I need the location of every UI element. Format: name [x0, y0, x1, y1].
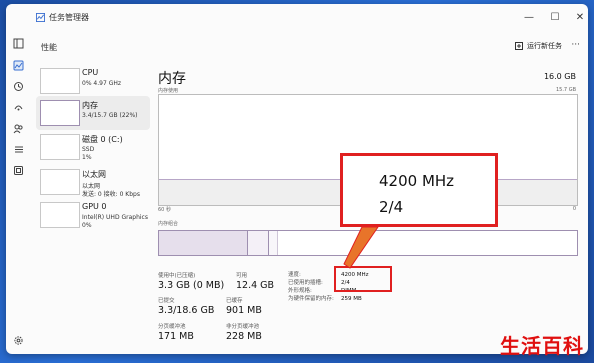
stat-value: 171 MB [158, 331, 194, 342]
perf-item-disk[interactable]: 磁盘 0 (C:) SSD 1% [36, 130, 150, 164]
run-new-task-label: 运行新任务 [527, 42, 562, 50]
users-icon[interactable] [13, 123, 24, 134]
watermark-text: 生活百科 [500, 334, 584, 358]
stat-committed: 已提交 3.3/18.6 GB [158, 296, 214, 316]
close-button[interactable]: ✕ [569, 8, 588, 26]
perf-item-name: GPU 0 [82, 202, 107, 211]
stat-label: 可用 [236, 273, 248, 279]
speed-key: 速度: [288, 272, 301, 278]
run-task-icon [515, 42, 523, 50]
performance-icon[interactable] [13, 60, 24, 71]
stat-value: 901 MB [226, 305, 262, 316]
perf-item-name: CPU [82, 68, 99, 77]
window-title: 任务管理器 [49, 13, 89, 22]
stat-in-use: 使用中(已压缩) 3.3 GB (0 MB) [158, 271, 224, 291]
minimize-icon: — [524, 11, 534, 23]
task-manager-icon [36, 13, 45, 22]
reserved-value: 259 MB [341, 296, 362, 302]
stat-label: 分页缓冲池 [158, 324, 186, 330]
disk-mini-graph [40, 134, 80, 160]
speed-slots-callout: 4200 MHz 2/4 [340, 153, 498, 227]
composition-in-use [159, 231, 248, 255]
header-row: 性能 运行新任务 ··· [30, 30, 588, 60]
stat-nonpaged-pool: 非分页缓冲池 228 MB [226, 322, 262, 342]
perf-item-cpu[interactable]: CPU 0% 4.97 GHz [36, 64, 150, 98]
stat-label: 已缓存 [226, 298, 243, 304]
maximize-icon: ☐ [550, 11, 560, 23]
perf-item-name: 内存 [82, 101, 98, 110]
details-icon[interactable] [13, 144, 24, 155]
reserved-key: 为硬件保留的内存: [288, 296, 334, 302]
perf-item-sub: 0% 4.97 GHz [82, 80, 122, 87]
callout-speed: 4200 MHz [379, 172, 455, 190]
perf-item-sub2: 1% [82, 154, 92, 161]
perf-item-memory[interactable]: 内存 3.4/15.7 GB (22%) [36, 96, 150, 130]
stat-label: 已提交 [158, 298, 175, 304]
memory-total: 16.0 GB [543, 72, 576, 81]
callout-slots: 2/4 [379, 198, 404, 216]
composition-standby [269, 231, 278, 255]
graph-time-right: 0 [572, 206, 576, 212]
page-heading: 性能 [41, 43, 57, 52]
perf-item-sub2: 0% [82, 222, 92, 229]
slots-key: 已使用的插槽: [288, 280, 323, 286]
stat-value: 228 MB [226, 331, 262, 342]
stat-value: 12.4 GB [236, 280, 275, 291]
stat-label: 使用中(已压缩) [158, 273, 196, 279]
memory-title: 内存 [158, 71, 186, 87]
navigation-rail [6, 30, 30, 354]
performance-list: CPU 0% 4.97 GHz 内存 3.4/15.7 GB (22%) 磁盘 … [30, 60, 150, 354]
stat-cached: 已缓存 901 MB [226, 296, 262, 316]
stat-paged-pool: 分页缓冲池 171 MB [158, 322, 194, 342]
perf-item-sub: 3.4/15.7 GB (22%) [82, 112, 138, 119]
title-bar: 任务管理器 — ☐ ✕ [6, 4, 588, 30]
minimize-button[interactable]: — [518, 8, 540, 26]
gpu-mini-graph [40, 202, 80, 228]
maximize-button[interactable]: ☐ [544, 8, 566, 26]
form-factor-key: 外形规格: [288, 288, 312, 294]
settings-icon[interactable] [13, 335, 24, 346]
services-icon[interactable] [13, 165, 24, 176]
run-new-task-button[interactable]: 运行新任务 [515, 41, 562, 51]
perf-item-sub: Intel(R) UHD Graphics [82, 214, 148, 221]
memory-composition-bar [158, 230, 578, 256]
memory-detail-keys: 速度: 已使用的插槽: 外形规格: 为硬件保留的内存: [288, 271, 334, 303]
ethernet-mini-graph [40, 169, 80, 195]
more-options-button[interactable]: ··· [571, 40, 580, 50]
perf-item-sub2: 发送: 0 接收: 0 Kbps [82, 191, 140, 198]
graph-time-left: 60 秒 [158, 207, 171, 213]
memory-mini-graph [40, 100, 80, 126]
stat-value: 3.3/18.6 GB [158, 305, 215, 316]
history-icon[interactable] [13, 81, 24, 92]
task-manager-window: 任务管理器 — ☐ ✕ 性能 运行新任务 ··· CPU 0% 4.97 GHz… [6, 4, 588, 354]
perf-item-ethernet[interactable]: 以太网 以太网 发送: 0 接收: 0 Kbps [36, 165, 150, 199]
memory-composition-label: 内存组合 [158, 221, 179, 227]
stat-available: 可用 12.4 GB [236, 271, 274, 291]
speed-slots-highlight [334, 266, 392, 292]
perf-item-sub: SSD [82, 146, 95, 153]
memory-usage-max: 15.7 GB [555, 87, 576, 93]
stat-value: 3.3 GB (0 MB) [158, 280, 225, 291]
stat-label: 非分页缓冲池 [226, 324, 260, 330]
perf-item-name: 以太网 [82, 170, 106, 179]
close-icon: ✕ [575, 11, 585, 23]
composition-modified [248, 231, 269, 255]
cpu-mini-graph [40, 68, 80, 94]
memory-usage-label: 内存使用 [158, 88, 179, 94]
perf-item-name: 磁盘 0 (C:) [82, 135, 123, 144]
perf-item-gpu[interactable]: GPU 0 Intel(R) UHD Graphics 0% [36, 198, 150, 232]
startup-icon[interactable] [13, 102, 24, 113]
menu-icon[interactable] [13, 38, 24, 49]
